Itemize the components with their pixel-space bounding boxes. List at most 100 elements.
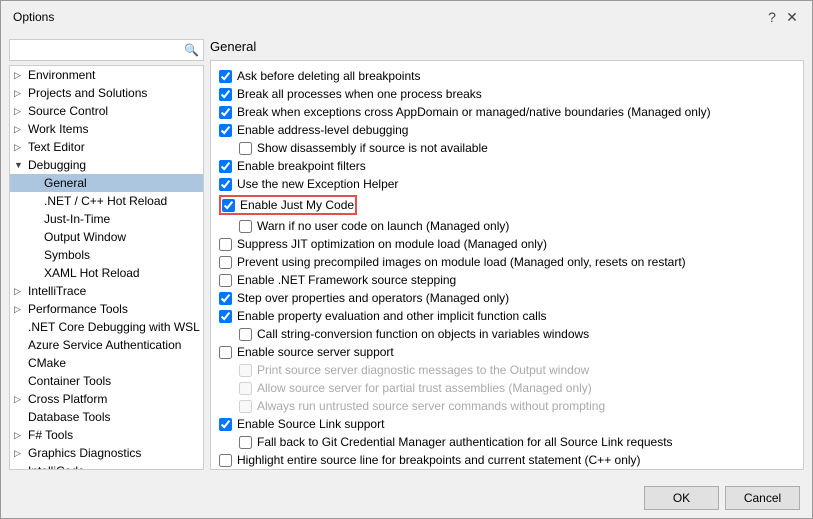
checkbox-use-exception-helper[interactable] [219,178,232,191]
tree-label-environment: Environment [28,68,95,82]
tree-item-debugging-hot-reload[interactable]: .NET / C++ Hot Reload [10,192,203,210]
checkbox-break-exceptions-cross[interactable] [219,106,232,119]
tree-item-cmake[interactable]: CMake [10,354,203,372]
help-button[interactable]: ? [764,9,780,25]
tree-item-azure-service[interactable]: Azure Service Authentication [10,336,203,354]
option-row-require-source-files-match: Require source files to exactly match th… [219,469,795,470]
tree-item-debugging-xaml[interactable]: XAML Hot Reload [10,264,203,282]
options-content: Ask before deleting all breakpoints Break… [210,60,804,470]
tree-arrow-work-items: ▷ [14,124,26,135]
tree-arrow-projects-solutions: ▷ [14,88,26,99]
tree-item-f-tools[interactable]: ▷F# Tools [10,426,203,444]
option-row-enable-net-framework-stepping: Enable .NET Framework source stepping [219,271,795,289]
options-dialog: Options ? ✕ 🔍 ▷Environment▷Projects and … [0,0,813,519]
tree-label-debugging-jit: Just-In-Time [44,212,110,226]
checkbox-enable-address-debugging[interactable] [219,124,232,137]
tree-item-net-core-debugging[interactable]: .NET Core Debugging with WSL [10,318,203,336]
checkbox-enable-source-server[interactable] [219,346,232,359]
tree-label-debugging-hot-reload: .NET / C++ Hot Reload [44,194,167,208]
checkbox-break-all-processes[interactable] [219,88,232,101]
checkbox-allow-source-server-partial [239,382,252,395]
option-label-enable-address-debugging: Enable address-level debugging [237,123,408,137]
option-label-always-run-untrusted: Always run untrusted source server comma… [257,399,605,413]
option-label-break-exceptions-cross: Break when exceptions cross AppDomain or… [237,105,711,119]
option-row-warn-no-user-code: Warn if no user code on launch (Managed … [219,217,795,235]
option-label-warn-no-user-code: Warn if no user code on launch (Managed … [257,219,509,233]
close-button[interactable]: ✕ [784,9,800,25]
tree-item-performance-tools[interactable]: ▷Performance Tools [10,300,203,318]
search-icon[interactable]: 🔍 [184,43,199,57]
tree-item-debugging-jit[interactable]: Just-In-Time [10,210,203,228]
tree-label-debugging: Debugging [28,158,86,172]
option-row-enable-property-evaluation: Enable property evaluation and other imp… [219,307,795,325]
tree-item-debugging-output[interactable]: Output Window [10,228,203,246]
checkbox-enable-net-framework-stepping[interactable] [219,274,232,287]
right-panel: General Ask before deleting all breakpoi… [210,39,804,470]
tree-label-graphics-diagnostics: Graphics Diagnostics [28,446,141,460]
tree-arrow-debugging: ▼ [14,160,26,170]
tree-arrow-graphics-diagnostics: ▷ [14,448,26,459]
option-row-enable-address-debugging: Enable address-level debugging [219,121,795,139]
tree-arrow-f-tools: ▷ [14,430,26,441]
checkbox-enable-property-evaluation[interactable] [219,310,232,323]
tree-item-container-tools[interactable]: Container Tools [10,372,203,390]
option-label-allow-source-server-partial: Allow source server for partial trust as… [257,381,592,395]
checkbox-enable-source-link[interactable] [219,418,232,431]
checkbox-enable-breakpoint-filters[interactable] [219,160,232,173]
option-row-fallback-git-credential: Fall back to Git Credential Manager auth… [219,433,795,451]
option-label-break-all-processes: Break all processes when one process bre… [237,87,482,101]
checkbox-show-disassembly[interactable] [239,142,252,155]
option-row-enable-just-my-code: Enable Just My Code [219,193,795,217]
checkbox-fallback-git-credential[interactable] [239,436,252,449]
checkbox-highlight-source-line[interactable] [219,454,232,467]
tree-item-debugging-symbols[interactable]: Symbols [10,246,203,264]
tree-item-intellicode[interactable]: IntelliCode [10,462,203,470]
content-area: 🔍 ▷Environment▷Projects and Solutions▷So… [1,31,812,478]
checkbox-suppress-jit-optimization[interactable] [219,238,232,251]
tree-item-graphics-diagnostics[interactable]: ▷Graphics Diagnostics [10,444,203,462]
dialog-title: Options [13,10,54,24]
option-row-enable-source-server: Enable source server support [219,343,795,361]
tree-item-debugging[interactable]: ▼Debugging [10,156,203,174]
search-box: 🔍 [9,39,204,61]
option-label-print-source-server-diagnostic: Print source server diagnostic messages … [257,363,589,377]
bottom-bar: OK Cancel [1,478,812,518]
tree-item-intellitrace[interactable]: ▷IntelliTrace [10,282,203,300]
option-row-break-all-processes: Break all processes when one process bre… [219,85,795,103]
tree-item-projects-solutions[interactable]: ▷Projects and Solutions [10,84,203,102]
option-row-allow-source-server-partial: Allow source server for partial trust as… [219,379,795,397]
tree-item-work-items[interactable]: ▷Work Items [10,120,203,138]
tree-item-debugging-general[interactable]: General [10,174,203,192]
search-input[interactable] [14,43,184,57]
tree-arrow-source-control: ▷ [14,106,26,117]
option-label-step-over-properties: Step over properties and operators (Mana… [237,291,509,305]
option-row-break-exceptions-cross: Break when exceptions cross AppDomain or… [219,103,795,121]
tree-label-debugging-xaml: XAML Hot Reload [44,266,140,280]
checkbox-prevent-precompiled[interactable] [219,256,232,269]
tree-item-database-tools[interactable]: Database Tools [10,408,203,426]
tree-arrow-text-editor: ▷ [14,142,26,153]
tree-label-debugging-symbols: Symbols [44,248,90,262]
option-row-suppress-jit-optimization: Suppress JIT optimization on module load… [219,235,795,253]
checkbox-ask-delete-breakpoints[interactable] [219,70,232,83]
tree-label-performance-tools: Performance Tools [28,302,128,316]
tree-view: ▷Environment▷Projects and Solutions▷Sour… [9,65,204,470]
option-row-highlight-source-line: Highlight entire source line for breakpo… [219,451,795,469]
tree-item-cross-platform[interactable]: ▷Cross Platform [10,390,203,408]
tree-label-cross-platform: Cross Platform [28,392,107,406]
checkbox-enable-just-my-code[interactable] [222,199,235,212]
checkbox-call-string-conversion[interactable] [239,328,252,341]
tree-item-text-editor[interactable]: ▷Text Editor [10,138,203,156]
option-row-enable-source-link: Enable Source Link support [219,415,795,433]
tree-label-net-core-debugging: .NET Core Debugging with WSL [28,320,200,334]
tree-item-environment[interactable]: ▷Environment [10,66,203,84]
checkbox-warn-no-user-code[interactable] [239,220,252,233]
option-row-prevent-precompiled: Prevent using precompiled images on modu… [219,253,795,271]
cancel-button[interactable]: Cancel [725,486,800,510]
checkbox-step-over-properties[interactable] [219,292,232,305]
tree-label-intellicode: IntelliCode [28,464,85,470]
option-label-ask-delete-breakpoints: Ask before deleting all breakpoints [237,69,420,83]
tree-item-source-control[interactable]: ▷Source Control [10,102,203,120]
tree-label-work-items: Work Items [28,122,88,136]
ok-button[interactable]: OK [644,486,719,510]
